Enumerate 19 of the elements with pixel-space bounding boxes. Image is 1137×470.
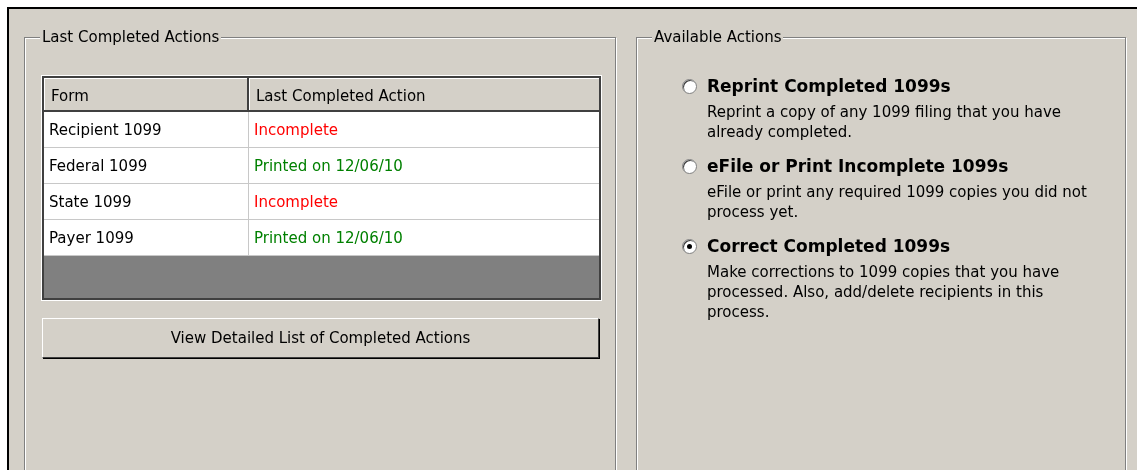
table-cell: Incomplete	[249, 112, 599, 148]
option-description: Make corrections to 1099 copies that you have processed. Also, add/delete recipients in this process.	[707, 262, 1061, 322]
radio-button[interactable]	[682, 158, 697, 174]
group-title: Last Completed Actions	[40, 28, 222, 46]
option-description: eFile or print any required 1099 copies you did not process yet.	[707, 182, 1087, 222]
table-cell: State 1099	[44, 184, 249, 220]
option-label[interactable]: Reprint Completed 1099s	[707, 76, 951, 96]
option-description: Reprint a copy of any 1099 filing that you have already completed.	[707, 102, 1062, 142]
table-cell: Printed on 12/06/10	[249, 220, 599, 256]
table-cell: Federal 1099	[44, 148, 249, 184]
column-header[interactable]: Form	[44, 78, 249, 112]
table-cell: Incomplete	[249, 184, 599, 220]
table-cell: Printed on 12/06/10	[249, 148, 599, 184]
option-label[interactable]: Correct Completed 1099s	[707, 236, 951, 256]
option-label[interactable]: eFile or Print Incomplete 1099s	[707, 156, 1009, 176]
column-header[interactable]: Last Completed Action	[249, 78, 599, 112]
table-cell: Payer 1099	[44, 220, 249, 256]
view-list-button[interactable]: View Detailed List of Completed Actions	[42, 318, 599, 358]
table-cell: Recipient 1099	[44, 112, 249, 148]
